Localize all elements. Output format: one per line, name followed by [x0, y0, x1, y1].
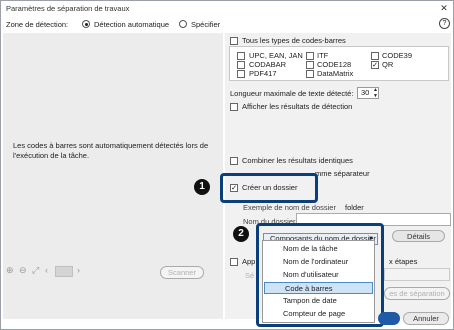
preview-pane: Les codes à barres sont automatiquement …	[3, 33, 223, 319]
auto-detect-message: Les codes à barres sont automatiquement …	[13, 141, 209, 160]
create-folder-checkbox[interactable]: ✓	[230, 184, 238, 192]
upc-label: UPC, EAN, JAN	[249, 51, 303, 60]
max-length-label: Longueur maximale de texte détecté:	[230, 89, 354, 98]
code128-label: CODE128	[317, 60, 352, 69]
codabar-label: CODABAR	[249, 60, 287, 69]
next-page-icon[interactable]: ›	[77, 265, 80, 275]
steps-select[interactable]	[384, 268, 450, 281]
detection-zone-bar: Zone de détection: Détection automatique…	[1, 16, 453, 32]
qr-checkbox[interactable]: ✓	[371, 61, 379, 69]
ok-button[interactable]	[378, 312, 400, 325]
auto-detection-label: Détection automatique	[94, 20, 170, 29]
folder-example-value: folder	[345, 203, 364, 212]
codabar-checkbox[interactable]	[237, 61, 245, 69]
zoom-out-icon[interactable]: ⊖	[19, 265, 27, 276]
folder-example-label: Exemple de nom de dossier	[243, 203, 336, 212]
page-thumbnail-icon	[55, 266, 73, 277]
specify-radio[interactable]	[179, 20, 187, 28]
menu-item-job-name[interactable]: Nom de la tâche	[263, 243, 374, 255]
menu-item-computer-name[interactable]: Nom de l'ordinateur	[263, 256, 374, 268]
prev-page-icon[interactable]: ‹	[45, 265, 48, 275]
apply-checkbox[interactable]	[230, 258, 238, 266]
apply-label-partial: App	[242, 257, 256, 266]
components-menu: Nom de la tâche Nom de l'ordinateur Nom …	[262, 240, 375, 323]
qr-label: QR	[382, 60, 394, 69]
details-button[interactable]: Détails	[392, 230, 445, 242]
create-folder-label: Créer un dossier	[242, 183, 298, 192]
se-label-partial: Sé	[245, 271, 255, 280]
datamatrix-checkbox[interactable]	[306, 70, 314, 78]
all-barcode-types-checkbox[interactable]	[230, 37, 238, 45]
upc-checkbox[interactable]	[237, 52, 245, 60]
pdf417-checkbox[interactable]	[237, 70, 245, 78]
title-bar: Paramètres de séparation de travaux ✕	[1, 1, 453, 16]
max-length-spinner-icon[interactable]: ▲ ▼	[372, 87, 379, 99]
separation-sheet-button[interactable]: es de séparation	[384, 287, 450, 300]
fit-icon[interactable]: ⤢	[32, 265, 39, 276]
show-results-checkbox[interactable]	[230, 103, 238, 111]
barcode-types-group: UPC, EAN, JAN ITF CODE39 CODABAR CODE128…	[229, 46, 449, 81]
specify-label: Spécifier	[191, 20, 221, 29]
close-icon[interactable]: ✕	[435, 1, 453, 16]
zoom-in-icon[interactable]: ⊕	[6, 265, 14, 276]
datamatrix-label: DataMatrix	[317, 69, 354, 78]
help-icon[interactable]: ?	[439, 18, 450, 29]
combine-results-label: Combiner les résultats identiques	[242, 156, 353, 165]
dialog-window: Paramètres de séparation de travaux ✕ Zo…	[0, 0, 454, 330]
callout-badge-2: 2	[233, 226, 249, 242]
combine-results-checkbox[interactable]	[230, 157, 238, 165]
show-results-label: Afficher les résultats de détection	[242, 102, 353, 111]
callout-badge-1: 1	[194, 179, 210, 195]
itf-label: ITF	[317, 51, 329, 60]
code128-checkbox[interactable]	[306, 61, 314, 69]
code39-checkbox[interactable]	[371, 52, 379, 60]
window-title: Paramètres de séparation de travaux	[6, 4, 130, 13]
detection-zone-label: Zone de détection:	[6, 20, 69, 29]
cancel-button[interactable]: Annuler	[403, 312, 449, 325]
code39-label: CODE39	[382, 51, 413, 60]
menu-item-date-stamp[interactable]: Tampon de date	[263, 295, 374, 307]
menu-item-page-counter[interactable]: Compteur de page	[263, 308, 374, 320]
pdf417-label: PDF417	[249, 69, 277, 78]
menu-item-user-name[interactable]: Nom d'utilisateur	[263, 269, 374, 281]
separator-label-partial: mme séparateur	[315, 169, 370, 178]
itf-checkbox[interactable]	[306, 52, 314, 60]
auto-detection-radio[interactable]	[82, 20, 90, 28]
menu-item-barcode[interactable]: Code à barres	[264, 282, 373, 294]
steps-label-partial: x étapes	[389, 257, 418, 266]
all-barcode-types-label: Tous les types de codes-barres	[242, 36, 346, 45]
scan-button[interactable]: Scanner	[160, 266, 204, 279]
